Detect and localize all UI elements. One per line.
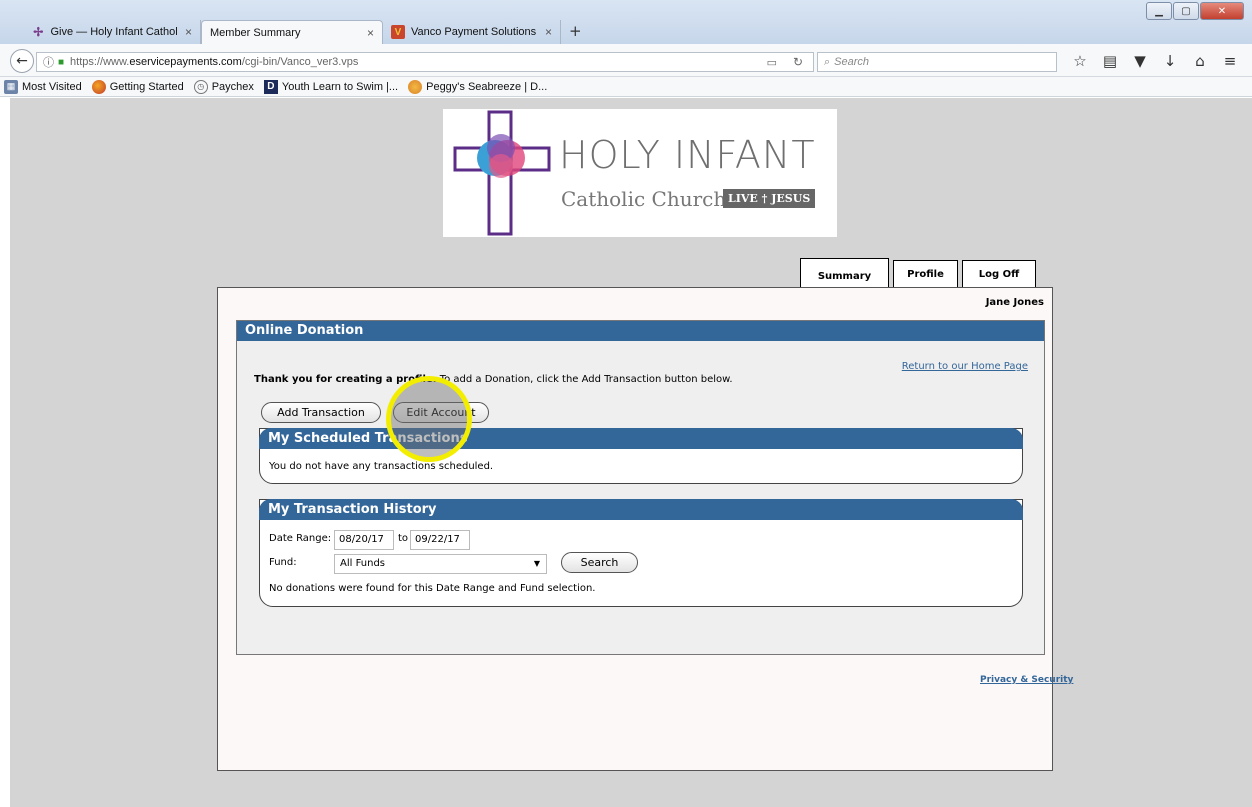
summary-card: Jane Jones Online Donation Return to our…: [217, 287, 1053, 771]
user-name: Jane Jones: [985, 297, 1044, 308]
close-tab-icon[interactable]: ×: [545, 25, 552, 39]
date-to-field[interactable]: 09/22/17: [410, 530, 470, 550]
church-favicon-icon: ✢: [33, 25, 44, 39]
dropdown-arrow-icon: ▼: [533, 559, 540, 568]
pocket-icon[interactable]: ▼: [1125, 52, 1155, 70]
star-icon[interactable]: ☆: [1065, 52, 1095, 70]
url-prefix: https://www.: [70, 56, 130, 68]
toolbar-icons: ☆ ▤ ▼ ↓ ⌂ ≡: [1065, 52, 1245, 70]
panel-title: My Transaction History: [259, 499, 1023, 520]
privacy-security-link[interactable]: Privacy & Security: [980, 675, 1073, 685]
no-donations-text: No donations were found for this Date Ra…: [269, 583, 596, 594]
bookmark-peggys-seabreeze[interactable]: Peggy's Seabreeze | D...: [408, 79, 548, 94]
tab-log-off[interactable]: Log Off: [962, 260, 1036, 288]
lock-icon: ■: [58, 56, 65, 68]
transaction-history-panel: My Transaction History Date Range: 08/20…: [259, 499, 1023, 607]
button-label: Add Transaction: [277, 406, 365, 419]
tab-member-summary[interactable]: Member Summary ×: [201, 20, 383, 44]
info-icon[interactable]: ⓘ: [43, 54, 54, 70]
search-button[interactable]: Search: [561, 552, 638, 573]
logo-badge: LIVE † JESUS: [723, 189, 816, 208]
tab-title: Vanco Payment Solutions: [411, 26, 537, 38]
fund-selected-value: All Funds: [340, 558, 386, 569]
seabreeze-icon: [408, 79, 423, 94]
bookmark-label: Youth Learn to Swim |...: [281, 80, 399, 93]
d-logo-icon: D: [263, 79, 278, 94]
maximize-icon[interactable]: ▢: [1173, 2, 1199, 20]
bookmark-youth-learn-to-swim[interactable]: D Youth Learn to Swim |...: [263, 79, 399, 94]
account-tabs: Summary Profile Log Off: [800, 258, 1040, 288]
tab-profile[interactable]: Profile: [893, 260, 958, 288]
close-tab-icon[interactable]: ×: [367, 26, 374, 40]
download-icon[interactable]: ↓: [1155, 52, 1185, 70]
to-label: to: [398, 533, 409, 544]
bookmark-getting-started[interactable]: Getting Started: [91, 79, 184, 94]
tab-title: Member Summary: [210, 26, 301, 39]
thanks-rest: To add a Donation, click the Add Transac…: [436, 374, 733, 385]
search-icon: ⌕: [824, 55, 831, 68]
online-donation-section: Online Donation Return to our Home Page …: [236, 320, 1045, 655]
window-controls: ▁ ▢ ✕: [1145, 2, 1244, 20]
navigation-bar: ← ⓘ ■ https://www. eservicepayments.com …: [0, 44, 1252, 77]
cross-logo-icon: [453, 110, 551, 236]
bookmark-label: Peggy's Seabreeze | D...: [426, 80, 548, 93]
url-path: /cgi-bin/Vanco_ver3.vps: [241, 56, 359, 68]
reader-view-icon[interactable]: ▭: [767, 56, 777, 69]
paychex-icon: ◷: [193, 79, 208, 94]
bookmark-label: Getting Started: [109, 80, 184, 93]
button-label: Search: [580, 556, 619, 569]
date-range-label: Date Range:: [269, 533, 332, 544]
thanks-message: Thank you for creating a profile. To add…: [254, 374, 733, 385]
add-transaction-button[interactable]: Add Transaction: [261, 402, 381, 423]
date-from-field[interactable]: 08/20/17: [334, 530, 394, 550]
highlight-circle: [386, 376, 472, 462]
minimize-icon[interactable]: ▁: [1146, 2, 1172, 20]
reading-list-icon[interactable]: ▤: [1095, 52, 1125, 70]
scheduled-transactions-panel: My Scheduled Transactions You do not hav…: [259, 428, 1023, 484]
url-bar[interactable]: ⓘ ■ https://www. eservicepayments.com /c…: [36, 52, 814, 72]
tab-title: Give — Holy Infant Catholic (: [50, 26, 177, 38]
browser-titlebar: ✢ Give — Holy Infant Catholic ( × Member…: [0, 0, 1252, 44]
window-close-icon[interactable]: ✕: [1200, 2, 1244, 20]
bookmarks-bar: ▦ Most Visited Getting Started ◷ Paychex…: [0, 77, 1252, 97]
tab-summary[interactable]: Summary: [800, 258, 889, 288]
vanco-favicon-icon: V: [391, 25, 405, 39]
most-visited-icon: ▦: [4, 79, 18, 94]
firefox-icon: [91, 79, 106, 94]
fund-label: Fund:: [269, 557, 297, 568]
no-scheduled-text: You do not have any transactions schedul…: [269, 461, 494, 472]
tab-vanco-payment[interactable]: V Vanco Payment Solutions ×: [383, 20, 561, 44]
logo-title: HOLY INFANT: [559, 133, 816, 177]
bookmark-most-visited[interactable]: ▦ Most Visited: [4, 79, 82, 94]
close-tab-icon[interactable]: ×: [185, 25, 192, 39]
search-placeholder: Search: [834, 56, 870, 68]
reload-icon[interactable]: ↻: [793, 55, 803, 69]
menu-icon[interactable]: ≡: [1215, 52, 1245, 70]
bookmark-label: Most Visited: [22, 80, 82, 93]
back-arrow-icon[interactable]: ←: [10, 49, 34, 73]
new-tab-icon[interactable]: +: [569, 20, 582, 44]
bookmark-label: Paychex: [211, 80, 254, 93]
url-domain: eservicepayments.com: [129, 56, 242, 68]
tab-give-holy-infant[interactable]: ✢ Give — Holy Infant Catholic ( ×: [24, 20, 201, 44]
page-content: HOLY INFANT Catholic Church LIVE † JESUS…: [0, 98, 1252, 807]
tab-strip: ✢ Give — Holy Infant Catholic ( × Member…: [24, 20, 582, 44]
bookmark-paychex[interactable]: ◷ Paychex: [193, 79, 254, 94]
return-home-link[interactable]: Return to our Home Page: [902, 361, 1028, 372]
church-logo: HOLY INFANT Catholic Church LIVE † JESUS: [443, 109, 837, 237]
section-title: Online Donation: [237, 321, 1044, 341]
home-icon[interactable]: ⌂: [1185, 52, 1215, 70]
panel-title: My Scheduled Transactions: [259, 428, 1023, 449]
logo-subtitle: Catholic Church: [561, 187, 727, 211]
fund-select[interactable]: All Funds ▼: [334, 554, 547, 574]
search-input[interactable]: ⌕ Search: [817, 52, 1057, 72]
